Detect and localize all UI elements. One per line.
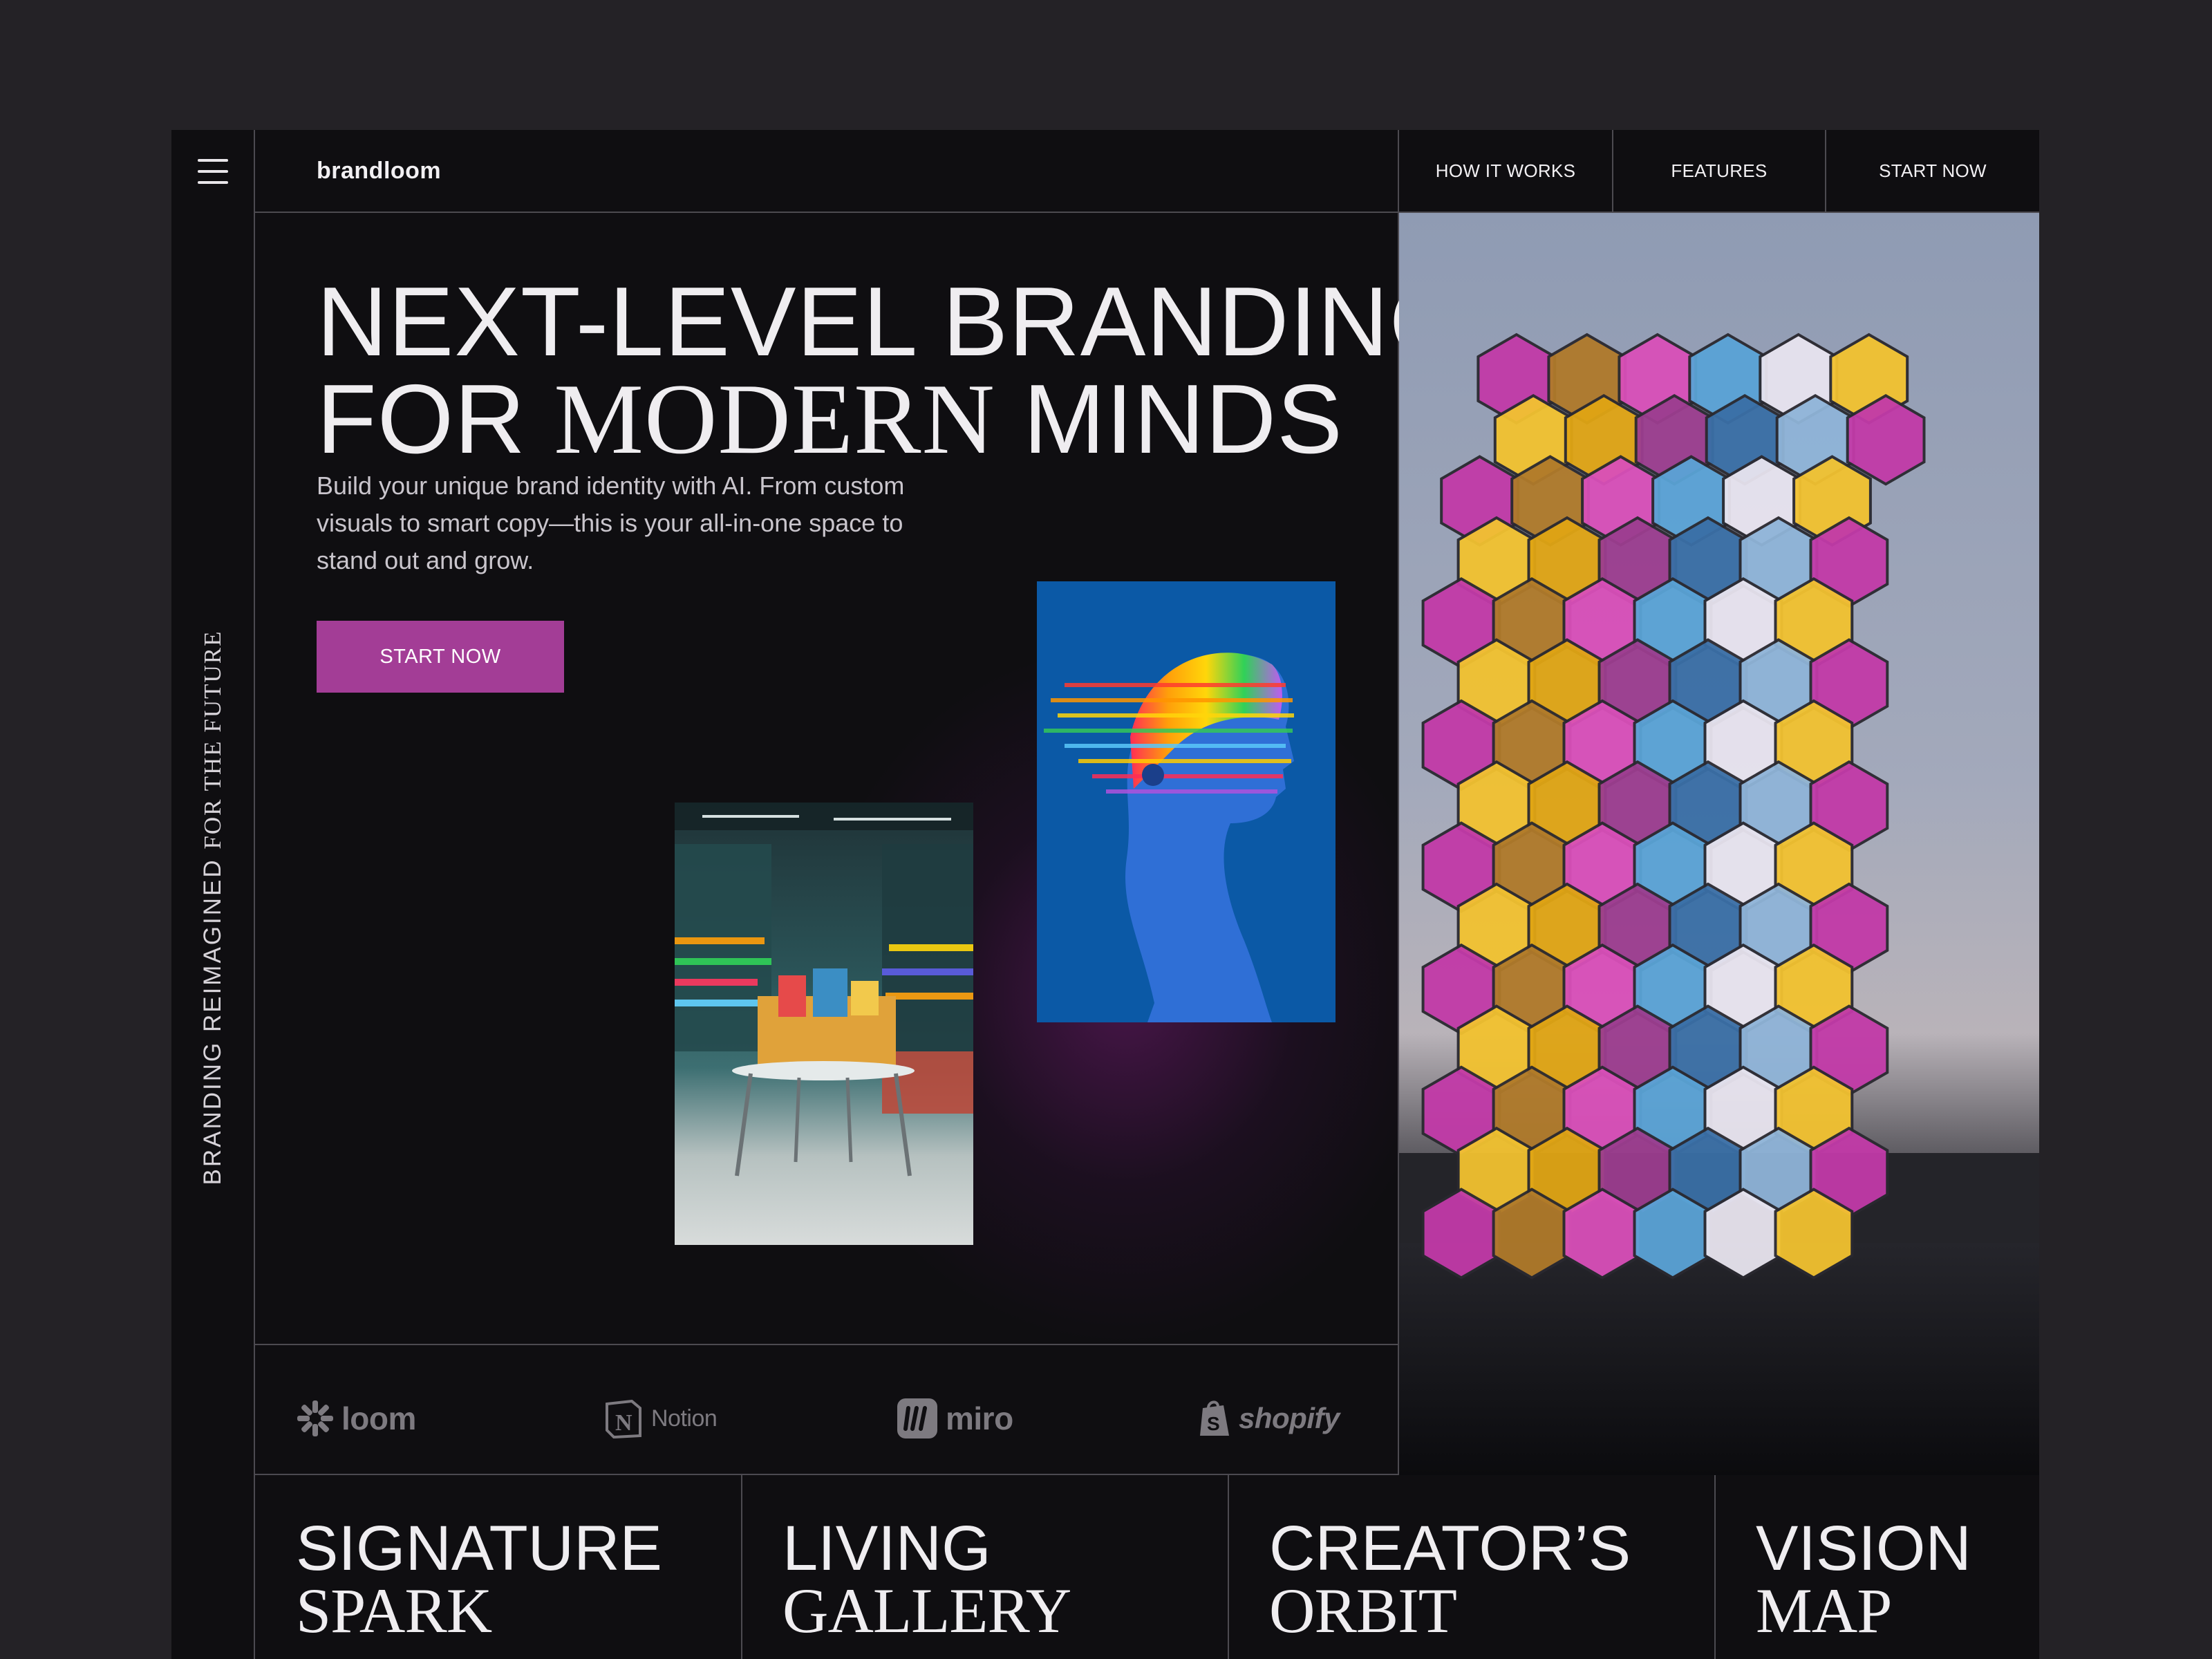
left-rail: BRANDING REIMAGINED FOR THE FUTURE [171,130,254,1659]
partner-name: loom [341,1400,416,1436]
tile-line2: GALLERY [782,1575,1071,1646]
tile-living-gallery[interactable]: LIVING GALLERY [741,1474,1228,1659]
notion-icon: N [606,1399,641,1439]
tile-line1: SIGNATURE [296,1513,662,1584]
tile-line2: ORBIT [1269,1575,1457,1646]
hero-title-line1: NEXT-LEVEL BRANDING [317,267,1466,377]
brand-logo[interactable]: brandloom [317,158,441,185]
start-now-button[interactable]: START NOW [317,621,564,693]
partner-loom: loom [296,1385,416,1452]
tile-creators-orbit[interactable]: CREATOR’S ORBIT [1228,1474,1714,1659]
partner-name: shopify [1239,1402,1340,1434]
tile-line2: SPARK [296,1575,492,1646]
hamburger-menu-icon[interactable] [196,156,229,187]
tile-signature-spark[interactable]: SIGNATURE SPARK [254,1474,741,1659]
svg-text:N: N [615,1410,632,1436]
vertical-tagline: BRANDING REIMAGINED FOR THE FUTURE [199,630,227,1185]
tagline-sans: BRANDING REIMAGINED [199,858,226,1185]
page-frame: BRANDING REIMAGINED FOR THE FUTURE brand… [171,130,2039,1659]
nav-how-it-works[interactable]: HOW IT WORKS [1399,130,1612,212]
tile-vision-map[interactable]: VISION MAP [1714,1474,2039,1659]
store-display-image [675,803,973,1245]
partner-shopify: S shopify [1197,1385,1340,1452]
hero-title-modern: MODERN [554,363,995,475]
svg-text:S: S [1207,1413,1220,1434]
hexagon-sculpture-image [1399,213,2039,1475]
store-display-illustration [675,803,973,1177]
tile-line1: LIVING [782,1513,991,1584]
partner-notion: N Notion [601,1385,718,1452]
hero-title: NEXT-LEVEL BRANDING FOR MODERN MINDS [317,273,1466,470]
miro-icon [897,1398,937,1438]
nav-start-now[interactable]: START NOW [1826,130,2039,212]
hexagon-sculpture-illustration [1399,332,2039,1475]
tile-line1: CREATOR’S [1269,1513,1631,1584]
partner-name: Notion [651,1405,718,1432]
hero-title-for: FOR [317,364,526,474]
nav-features[interactable]: FEATURES [1613,130,1825,212]
hero-subtitle: Build your unique brand identity with AI… [317,471,905,574]
hero-title-minds: MINDS [1023,364,1343,474]
shopify-icon: S [1200,1400,1229,1436]
neon-portrait-image [1037,581,1335,1022]
neon-portrait-illustration [1037,581,1335,1022]
tile-line2: MAP [1756,1575,1892,1646]
tagline-serif: FOR THE FUTURE [199,630,226,850]
partner-miro: miro [896,1385,1013,1452]
loom-icon [297,1400,333,1436]
tile-line1: VISION [1756,1513,1971,1584]
partner-name: miro [946,1400,1013,1436]
